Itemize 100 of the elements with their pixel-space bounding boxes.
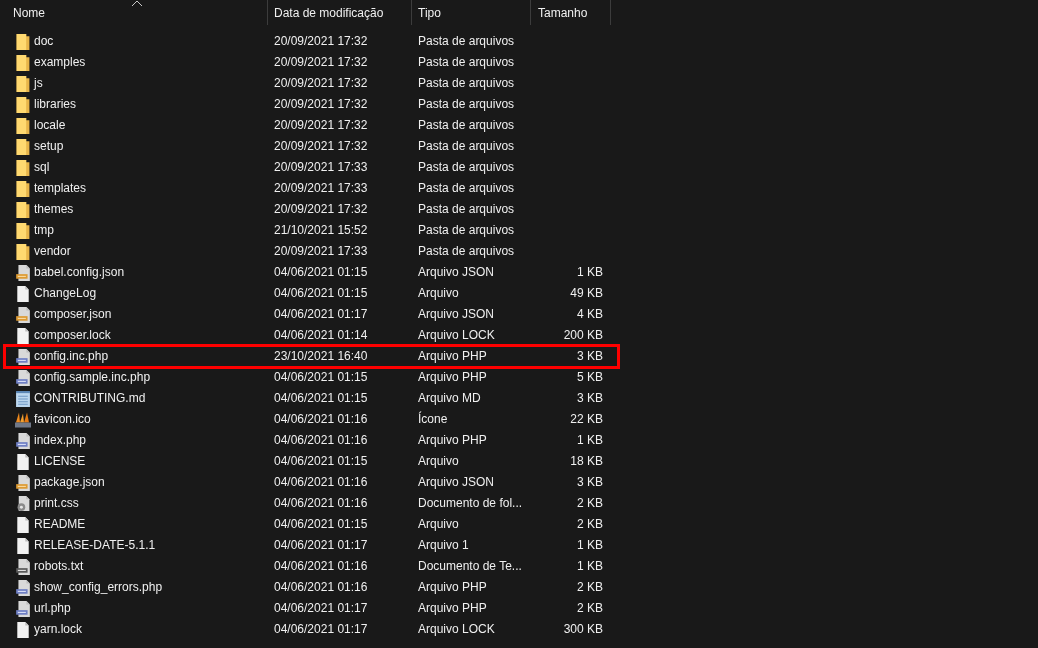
file-name[interactable]: composer.lock (34, 328, 111, 343)
file-icon (15, 453, 31, 470)
gear-file-icon (15, 495, 31, 512)
file-name[interactable]: show_config_errors.php (34, 580, 163, 595)
modified-date: 20/09/2021 17:32 (274, 118, 368, 133)
file-size: 300 KB (563, 622, 603, 637)
folder-icon (15, 243, 31, 260)
file-icon (15, 285, 31, 302)
php-file-icon (15, 348, 31, 365)
column-header[interactable]: Nome (0, 0, 268, 25)
file-name[interactable]: robots.txt (34, 559, 84, 574)
file-type: Pasta de arquivos (418, 97, 515, 112)
file-name[interactable]: README (34, 517, 86, 532)
modified-date: 04/06/2021 01:17 (274, 601, 368, 616)
column-header[interactable]: Data de modificação (268, 0, 412, 25)
json-file-icon (15, 474, 31, 491)
modified-date: 20/09/2021 17:33 (274, 181, 368, 196)
file-type: Arquivo (418, 517, 459, 532)
file-size: 3 KB (577, 475, 603, 490)
modified-date: 04/06/2021 01:16 (274, 559, 368, 574)
file-size: 1 KB (577, 433, 603, 448)
php-file-icon (15, 579, 31, 596)
modified-date: 20/09/2021 17:32 (274, 76, 368, 91)
file-name[interactable]: babel.config.json (34, 265, 125, 280)
file-name[interactable]: config.inc.php (34, 349, 109, 364)
file-type: Arquivo PHP (418, 370, 487, 385)
file-size: 5 KB (577, 370, 603, 385)
php-file-icon (15, 369, 31, 386)
file-type: Arquivo (418, 286, 459, 301)
file-type: Arquivo (418, 454, 459, 469)
folder-icon (15, 117, 31, 134)
file-type: Pasta de arquivos (418, 55, 515, 70)
file-name[interactable]: libraries (34, 97, 76, 112)
file-name[interactable]: ChangeLog (34, 286, 97, 301)
file-size: 22 KB (570, 412, 603, 427)
file-name[interactable]: print.css (34, 496, 79, 511)
file-name[interactable]: js (34, 76, 43, 91)
json-file-icon (15, 306, 31, 323)
modified-date: 04/06/2021 01:15 (274, 286, 368, 301)
file-name[interactable]: examples (34, 55, 86, 70)
file-icon (15, 516, 31, 533)
json-file-icon (15, 264, 31, 281)
file-size: 1 KB (577, 265, 603, 280)
file-name[interactable]: config.sample.inc.php (34, 370, 151, 385)
modified-date: 04/06/2021 01:16 (274, 580, 368, 595)
modified-date: 04/06/2021 01:15 (274, 517, 368, 532)
file-size: 2 KB (577, 496, 603, 511)
file-icon (15, 327, 31, 344)
file-name[interactable]: doc (34, 34, 54, 49)
file-size: 4 KB (577, 307, 603, 322)
file-type: Arquivo PHP (418, 349, 487, 364)
column-header[interactable]: Tamanho (531, 0, 611, 25)
modified-date: 04/06/2021 01:15 (274, 370, 368, 385)
file-type: Pasta de arquivos (418, 181, 515, 196)
modified-date: 20/09/2021 17:33 (274, 244, 368, 259)
file-type: Arquivo PHP (418, 580, 487, 595)
file-type: Arquivo JSON (418, 307, 495, 322)
file-size: 18 KB (570, 454, 603, 469)
folder-icon (15, 96, 31, 113)
file-name[interactable]: yarn.lock (34, 622, 83, 637)
modified-date: 04/06/2021 01:14 (274, 328, 368, 343)
file-name[interactable]: CONTRIBUTING.md (34, 391, 146, 406)
file-name[interactable]: tmp (34, 223, 54, 238)
modified-date: 04/06/2021 01:16 (274, 412, 368, 427)
folder-icon (15, 201, 31, 218)
file-name[interactable]: url.php (34, 601, 71, 616)
file-type: Documento de fol... (418, 496, 523, 511)
file-name[interactable]: vendor (34, 244, 71, 259)
modified-date: 04/06/2021 01:17 (274, 622, 368, 637)
file-type: Pasta de arquivos (418, 244, 515, 259)
modified-date: 21/10/2021 15:52 (274, 223, 368, 238)
folder-icon (15, 159, 31, 176)
file-name[interactable]: LICENSE (34, 454, 86, 469)
file-name[interactable]: templates (34, 181, 87, 196)
file-type: Pasta de arquivos (418, 76, 515, 91)
file-name[interactable]: package.json (34, 475, 105, 490)
file-type: Pasta de arquivos (418, 223, 515, 238)
file-name[interactable]: favicon.ico (34, 412, 91, 427)
modified-date: 04/06/2021 01:17 (274, 307, 368, 322)
sailboat-icon (15, 411, 31, 428)
column-header[interactable]: Tipo (412, 0, 531, 25)
modified-date: 20/09/2021 17:32 (274, 55, 368, 70)
file-name[interactable]: sql (34, 160, 50, 175)
file-size: 3 KB (577, 391, 603, 406)
file-type: Arquivo LOCK (418, 328, 495, 343)
file-type: Ícone (418, 412, 448, 427)
file-type: Arquivo LOCK (418, 622, 495, 637)
file-name[interactable]: setup (34, 139, 64, 154)
folder-icon (15, 138, 31, 155)
file-name[interactable]: themes (34, 202, 74, 217)
file-type: Pasta de arquivos (418, 34, 515, 49)
file-size: 3 KB (577, 349, 603, 364)
file-name[interactable]: index.php (34, 433, 87, 448)
file-name[interactable]: locale (34, 118, 66, 133)
file-name[interactable]: RELEASE-DATE-5.1.1 (34, 538, 156, 553)
file-size: 1 KB (577, 559, 603, 574)
file-type: Arquivo JSON (418, 475, 495, 490)
modified-date: 04/06/2021 01:15 (274, 391, 368, 406)
file-type: Pasta de arquivos (418, 139, 515, 154)
file-name[interactable]: composer.json (34, 307, 112, 322)
